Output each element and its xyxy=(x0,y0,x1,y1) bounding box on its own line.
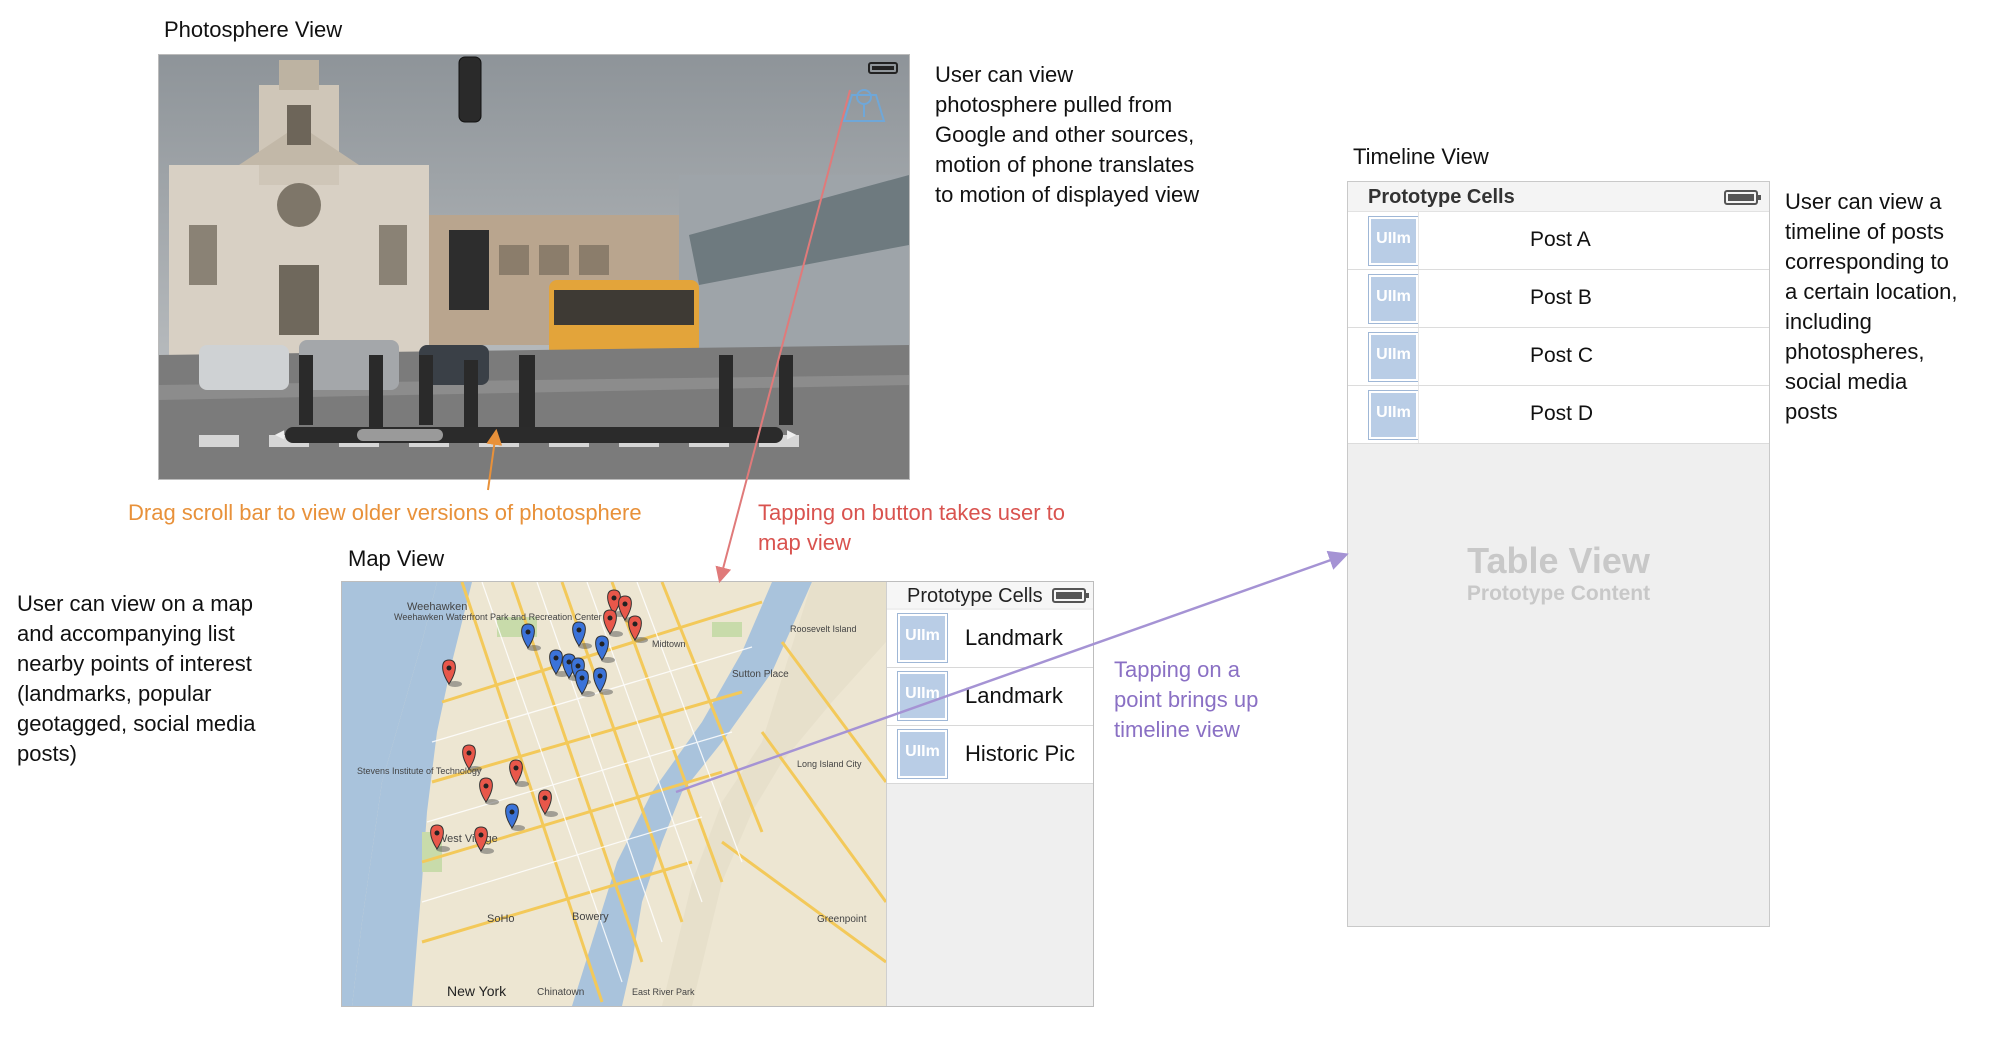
tap-point-note: Tapping on a point brings up timeline vi… xyxy=(1114,657,1259,742)
map-label: Greenpoint xyxy=(817,914,867,925)
history-scroll-bar[interactable] xyxy=(285,427,783,443)
map-title: Map View xyxy=(348,546,445,571)
map-list-header-title: Prototype Cells xyxy=(907,585,1043,607)
thumbnail-image-icon: UIIm xyxy=(897,729,948,779)
map-label: Long Island City xyxy=(797,759,862,769)
photosphere-description: User can view photosphere pulled from Go… xyxy=(935,62,1200,207)
map-label: Sutton Place xyxy=(732,669,789,680)
photosphere-image xyxy=(159,55,909,479)
map-label: Chinatown xyxy=(537,987,584,998)
map-label: Stevens Institute of Technology xyxy=(357,766,482,776)
map-label: East River Park xyxy=(632,987,695,997)
map-list-row[interactable]: UIIm Landmark xyxy=(887,610,1093,668)
thumbnail-image-icon: UIIm xyxy=(897,671,948,721)
timeline-header: Prototype Cells xyxy=(1348,182,1769,212)
map-list: Prototype Cells UIIm Landmark UIIm Landm… xyxy=(886,582,1093,1006)
battery-icon xyxy=(1052,588,1089,603)
table-view-placeholder-title: Table View xyxy=(1467,540,1650,581)
thumbnail-image-icon: UIIm xyxy=(1368,332,1419,382)
cell-divider xyxy=(1418,328,1419,385)
map-label: West Village xyxy=(437,833,498,845)
cell-divider xyxy=(1418,212,1419,269)
map-label: New York xyxy=(447,983,507,999)
map-list-row[interactable]: UIIm Landmark xyxy=(887,668,1093,726)
map-list-row-label: Landmark xyxy=(965,625,1063,650)
timeline-description: User can view a timeline of posts corres… xyxy=(1785,189,1958,424)
map-view: Weehawken Weehawken Waterfront Park and … xyxy=(341,581,1094,1007)
timeline-view: Prototype Cells UIIm Post A UIIm Post B … xyxy=(1347,181,1770,927)
timeline-row[interactable]: UIIm Post C xyxy=(1348,328,1769,386)
history-scroll-thumb[interactable] xyxy=(357,429,443,441)
map-label: Weehawken Waterfront Park and Recreation… xyxy=(394,612,602,622)
map-label: SoHo xyxy=(487,913,515,925)
map-description: User can view on a map and accompanying … xyxy=(17,591,256,766)
timeline-row[interactable]: UIIm Post A xyxy=(1348,212,1769,270)
map-button-note: Tapping on button takes user to map view xyxy=(758,500,1065,555)
cell-divider xyxy=(1418,270,1419,327)
battery-icon xyxy=(1724,190,1761,205)
thumbnail-image-icon: UIIm xyxy=(1368,390,1419,440)
map-list-header: Prototype Cells xyxy=(887,582,1093,608)
timeline-header-title: Prototype Cells xyxy=(1368,186,1515,208)
scroll-left-icon[interactable]: ◀ xyxy=(275,427,284,441)
map-label: Roosevelt Island xyxy=(790,624,857,634)
map-label: Midtown xyxy=(652,639,686,649)
thumbnail-image-icon: UIIm xyxy=(1368,216,1419,266)
photosphere-title: Photosphere View xyxy=(164,17,343,42)
timeline-row-label: Post D xyxy=(1530,402,1594,425)
thumbnail-image-icon: UIIm xyxy=(1368,274,1419,324)
timeline-row[interactable]: UIIm Post D xyxy=(1348,386,1769,444)
photosphere-view[interactable]: ◀ ▶ xyxy=(158,54,910,480)
thumbnail-image-icon: UIIm xyxy=(897,613,948,663)
map-label: Bowery xyxy=(572,911,609,923)
timeline-row-label: Post B xyxy=(1530,286,1592,309)
timeline-title: Timeline View xyxy=(1353,144,1489,169)
cell-divider xyxy=(1418,386,1419,443)
timeline-row-label: Post A xyxy=(1530,228,1591,251)
map-list-row[interactable]: UIIm Historic Pic xyxy=(887,726,1093,784)
map-canvas[interactable]: Weehawken Weehawken Waterfront Park and … xyxy=(342,582,886,1006)
map-list-row-label: Landmark xyxy=(965,683,1063,708)
map-button-icon[interactable] xyxy=(842,83,886,123)
map-list-row-label: Historic Pic xyxy=(965,741,1076,766)
timeline-row-label: Post C xyxy=(1530,344,1594,367)
timeline-row[interactable]: UIIm Post B xyxy=(1348,270,1769,328)
scroll-bar-note: Drag scroll bar to view older versions o… xyxy=(128,500,642,525)
scroll-right-icon[interactable]: ▶ xyxy=(787,427,796,441)
table-view-placeholder-subtitle: Prototype Content xyxy=(1466,582,1651,605)
